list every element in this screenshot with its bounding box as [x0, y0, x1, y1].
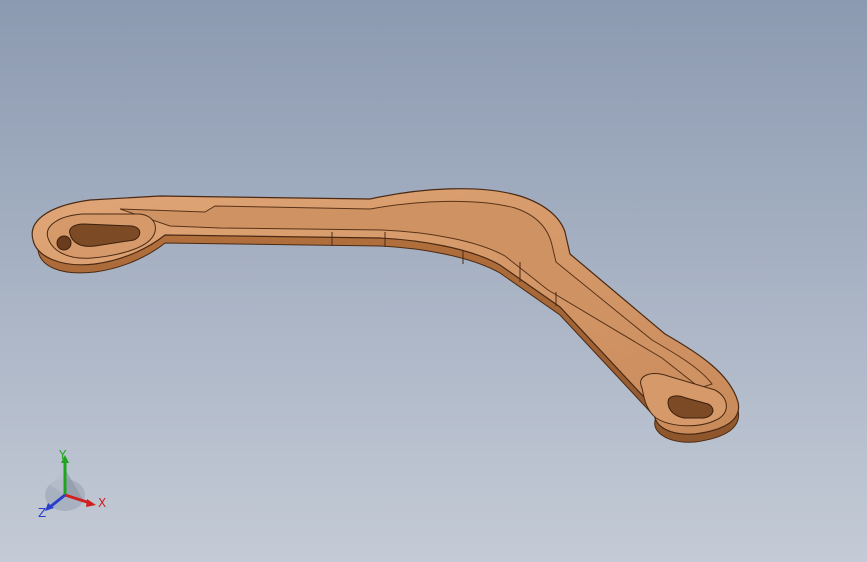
triad-y-label: Y	[59, 448, 67, 462]
triad-x-label: X	[98, 496, 107, 510]
left-hook-hole	[56, 235, 72, 251]
graphics-viewport[interactable]: Y X Z	[0, 0, 867, 562]
triad-z-label: Z	[38, 506, 47, 520]
hanger-model[interactable]	[0, 0, 867, 562]
